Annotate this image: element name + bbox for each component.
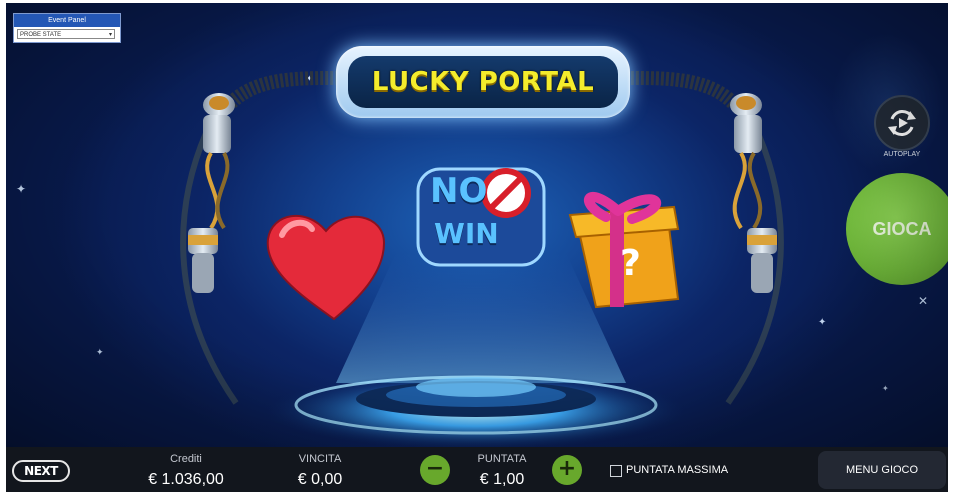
autoplay-icon bbox=[888, 110, 916, 136]
gift-question-mark: ? bbox=[620, 243, 641, 284]
bottom-bar: NEXT Crediti € 1.036,00 VINCITA € 0,00 −… bbox=[6, 447, 948, 492]
heart-icon bbox=[266, 214, 386, 321]
event-select-value: PROBE STATE bbox=[20, 32, 62, 38]
max-bet-checkbox[interactable] bbox=[610, 465, 622, 477]
game-area: ✦ ✦ ✦ ✕ ✦ ✦ NO WIN ? LUCKY PORTAL AUTOPL… bbox=[6, 3, 948, 447]
chevron-down-icon: ▾ bbox=[108, 32, 112, 38]
credits-label: Crediti bbox=[170, 453, 202, 465]
autoplay-button[interactable] bbox=[874, 95, 930, 151]
next-logo: NEXT bbox=[12, 460, 70, 482]
bet-label: PUNTATA bbox=[477, 453, 527, 465]
event-panel-title: Event Panel bbox=[14, 14, 120, 27]
credits-value: € 1.036,00 bbox=[148, 471, 224, 488]
no-win-text-line1: NO bbox=[430, 171, 488, 211]
play-label: GIOCA bbox=[872, 219, 932, 239]
game-menu-button[interactable]: MENU GIOCO bbox=[818, 451, 946, 489]
bet-decrease-button[interactable]: − bbox=[420, 455, 450, 485]
bet-increase-button[interactable]: + bbox=[552, 455, 582, 485]
autoplay-label: AUTOPLAY bbox=[883, 151, 921, 158]
event-panel: Event Panel PROBE STATE ▾ bbox=[13, 13, 121, 43]
play-button[interactable]: GIOCA bbox=[846, 173, 948, 285]
no-win-text-line2: WIN bbox=[434, 217, 499, 250]
title-plate: LUCKY PORTAL bbox=[336, 46, 630, 118]
screen: ✦ ✦ ✦ ✕ ✦ ✦ NO WIN ? LUCKY PORTAL AUTOPL… bbox=[0, 0, 954, 492]
win-value: € 0,00 bbox=[297, 471, 343, 488]
bet-value: € 1,00 bbox=[479, 471, 525, 488]
win-label: VINCITA bbox=[298, 453, 342, 465]
max-bet-label: PUNTATA MASSIMA bbox=[626, 464, 729, 476]
event-select[interactable]: PROBE STATE ▾ bbox=[17, 29, 115, 39]
game-title: LUCKY PORTAL bbox=[371, 67, 595, 97]
